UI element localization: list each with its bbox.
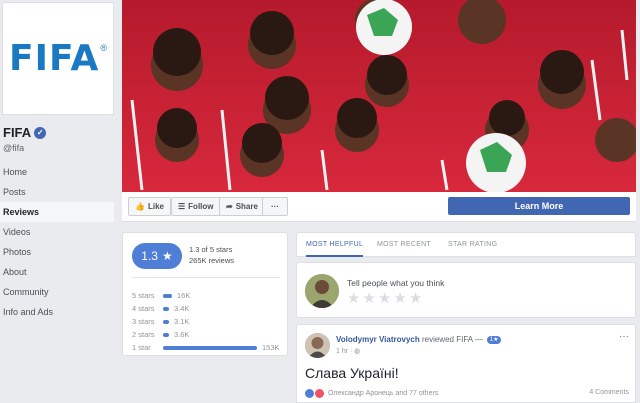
nav-item-photos[interactable]: Photos: [0, 242, 114, 262]
more-icon: ···: [271, 202, 279, 211]
rating-row-count: 3.6K: [174, 330, 190, 339]
star-4-icon[interactable]: ★: [393, 291, 406, 306]
page-name[interactable]: FIFA: [3, 125, 31, 140]
left-column: FIFA ® FIFA ✓ @fifa Home Posts Reviews V…: [0, 0, 118, 403]
nav-item-posts[interactable]: Posts: [0, 182, 114, 202]
rating-row[interactable]: 4 stars 3.4K: [132, 304, 282, 314]
reviewer-avatar[interactable]: [305, 333, 330, 358]
share-button[interactable]: ➦ Share: [219, 197, 265, 216]
tab-star-rating[interactable]: STAR RATING: [448, 233, 497, 257]
page-name-row[interactable]: FIFA ✓: [3, 125, 47, 140]
rating-row-label: 3 stars: [132, 317, 155, 326]
cover-photo[interactable]: [122, 0, 636, 192]
write-review-card: Tell people what you think ★ ★ ★ ★ ★: [296, 262, 636, 318]
score-summary-count: 265K reviews: [189, 256, 235, 265]
nav-item-community[interactable]: Community: [0, 282, 114, 302]
rating-row-bar: [163, 307, 169, 311]
average-score-badge: 1.3 ★: [132, 243, 182, 269]
thumbs-up-icon: 👍: [135, 202, 145, 211]
like-button[interactable]: 👍 Like: [128, 197, 171, 216]
score-summary: 1.3 of 5 stars 265K reviews: [189, 244, 234, 266]
rating-row[interactable]: 2 stars 3.6K: [132, 330, 282, 340]
rating-row-bar: [163, 320, 169, 324]
review-timestamp[interactable]: 1 hr · ◍: [336, 347, 360, 355]
review-header: Volodymyr Viatrovych reviewed FIFA — 1★: [336, 335, 502, 344]
review-post: Volodymyr Viatrovych reviewed FIFA — 1★ …: [296, 324, 636, 403]
page-handle: @fifa: [3, 143, 25, 153]
verified-badge-icon: ✓: [34, 126, 47, 139]
star-5-icon[interactable]: ★: [409, 291, 422, 306]
love-reaction-icon: [315, 389, 324, 398]
star-rating-input[interactable]: ★ ★ ★ ★ ★: [347, 291, 422, 306]
rating-row[interactable]: 1 star 153K: [132, 343, 282, 353]
rating-summary-card: 1.3 ★ 1.3 of 5 stars 265K reviews 5 star…: [122, 232, 288, 356]
share-arrow-icon: ➦: [226, 202, 233, 211]
tab-most-helpful[interactable]: MOST HELPFUL: [306, 233, 364, 257]
user-avatar[interactable]: [305, 274, 339, 308]
fifa-logo: FIFA: [9, 38, 100, 79]
average-score: 1.3: [141, 249, 158, 263]
review-action: reviewed FIFA —: [421, 335, 483, 344]
reaction-summary[interactable]: Олександр Аронець and 77 others: [305, 389, 438, 398]
registered-mark: ®: [100, 43, 107, 53]
review-rating-badge: 1★: [487, 335, 502, 344]
review-sort-tabs: MOST HELPFUL MOST RECENT STAR RATING: [296, 232, 636, 257]
rating-row-count: 3.4K: [174, 304, 190, 313]
globe-icon: · ◍: [350, 348, 361, 355]
divider: [132, 277, 280, 278]
follow-button[interactable]: ☰ Follow: [171, 197, 221, 216]
review-time[interactable]: 1 hr: [336, 348, 348, 355]
more-options-button[interactable]: ···: [262, 197, 288, 216]
post-options-icon[interactable]: ···: [619, 331, 629, 342]
comment-count[interactable]: 4 Comments: [589, 389, 629, 396]
page-nav: Home Posts Reviews Videos Photos About C…: [0, 162, 114, 322]
nav-item-info-and-ads[interactable]: Info and Ads: [0, 302, 114, 322]
rating-row[interactable]: 3 stars 3.1K: [132, 317, 282, 327]
rating-row-label: 1 star: [132, 343, 151, 352]
share-label: Share: [235, 202, 258, 211]
nav-item-reviews[interactable]: Reviews: [0, 202, 114, 222]
star-2-icon[interactable]: ★: [362, 291, 375, 306]
star-1-icon[interactable]: ★: [347, 291, 360, 306]
learn-more-button[interactable]: Learn More: [448, 197, 630, 215]
review-body: Слава Україні!: [305, 365, 399, 381]
star-icon: ★: [161, 249, 173, 263]
rating-row-bar: [163, 333, 169, 337]
tab-most-recent[interactable]: MOST RECENT: [377, 233, 431, 257]
like-reaction-icon: [305, 389, 314, 398]
reviewer-avatar-image: [305, 333, 330, 358]
user-avatar-image: [305, 274, 339, 308]
profile-picture[interactable]: FIFA ®: [2, 2, 114, 115]
star-3-icon[interactable]: ★: [378, 291, 391, 306]
rating-row-bar: [163, 294, 172, 298]
nav-item-about[interactable]: About: [0, 262, 114, 282]
review-prompt[interactable]: Tell people what you think: [347, 278, 444, 288]
reaction-names[interactable]: Олександр Аронець and 77 others: [328, 390, 438, 397]
cover-photo-image: [122, 0, 636, 192]
rating-row-count: 153K: [262, 343, 280, 352]
nav-item-videos[interactable]: Videos: [0, 222, 114, 242]
rating-row-label: 2 stars: [132, 330, 155, 339]
rating-row-count: 3.1K: [174, 317, 190, 326]
rating-row[interactable]: 5 stars 16K: [132, 291, 282, 301]
follow-label: Follow: [188, 202, 214, 211]
nav-item-home[interactable]: Home: [0, 162, 114, 182]
score-summary-stars: 1.3 of 5 stars: [189, 245, 233, 254]
page-action-bar: 👍 Like ☰ Follow ➦ Share ··· Learn More: [122, 192, 636, 222]
rating-row-bar: [163, 346, 257, 350]
like-label: Like: [147, 202, 164, 211]
rating-row-label: 5 stars: [132, 291, 155, 300]
rss-icon: ☰: [178, 202, 186, 211]
reviewer-name[interactable]: Volodymyr Viatrovych: [336, 335, 420, 344]
rating-row-label: 4 stars: [132, 304, 155, 313]
rating-row-count: 16K: [177, 291, 191, 300]
